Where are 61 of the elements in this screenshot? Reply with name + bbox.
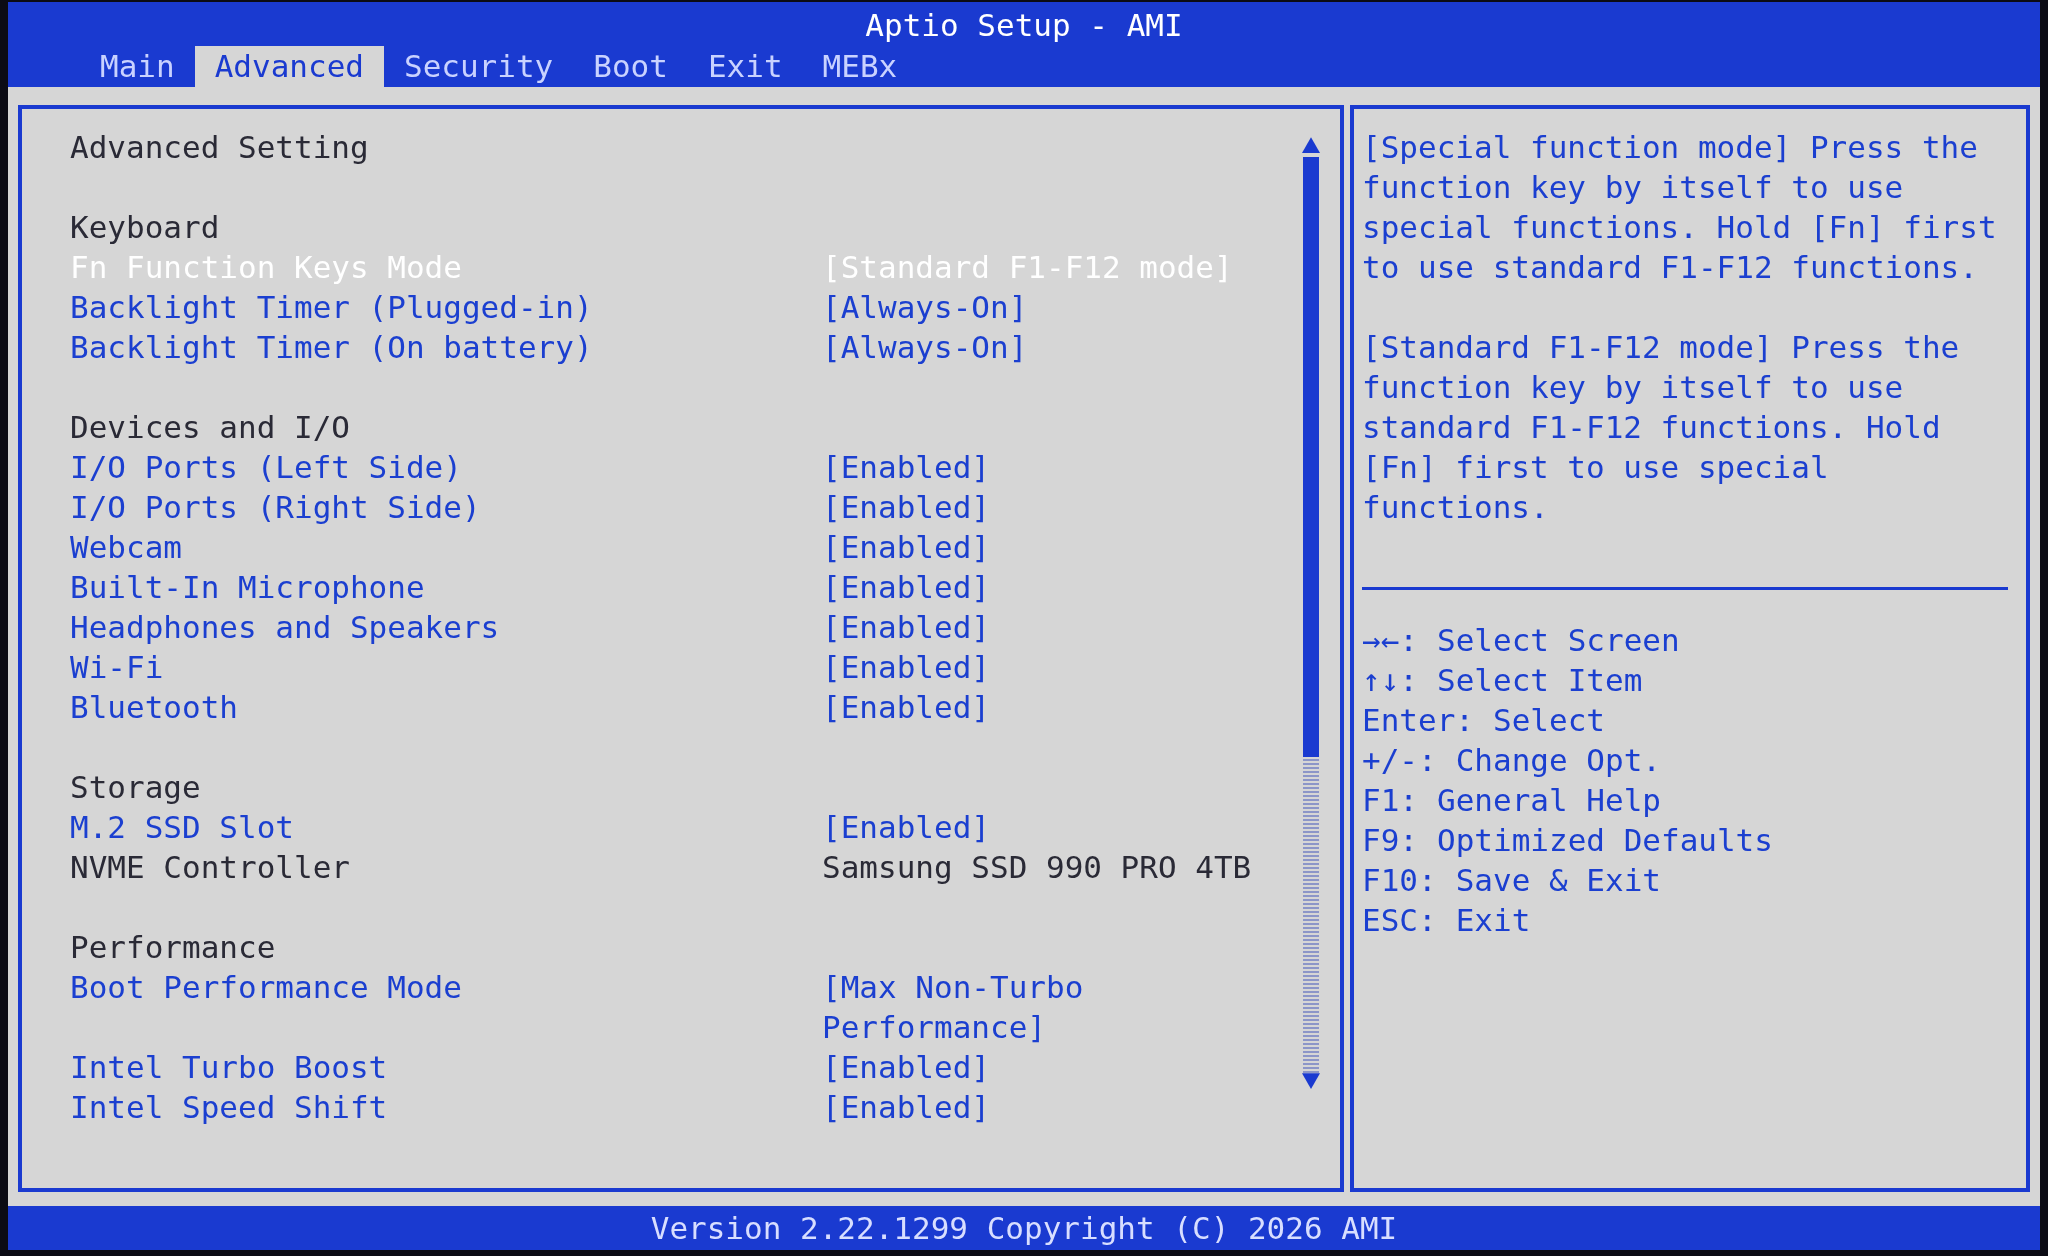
help-text: [Standard F1-F12 mode] Press the function key by itself to use standard F1-F12 functions. Hold [Fn] first to use special functions. (1362, 328, 1961, 527)
key-action: Select Screen (1437, 621, 1680, 660)
setting-label[interactable]: Headphones and Speakers (70, 607, 822, 647)
key-name: F1: (1362, 781, 1418, 820)
key-name: F10: (1362, 861, 1437, 900)
setting-label[interactable]: Intel Turbo Boost (70, 1047, 822, 1087)
setting-value[interactable]: [Max Non-Turbo Performance] (822, 967, 1292, 1047)
setting-label[interactable]: Bluetooth (70, 687, 822, 727)
setting-value[interactable]: [Enabled] (822, 567, 1292, 607)
section-heading: Keyboard (70, 208, 221, 247)
menu-tab[interactable]: Advanced (194, 46, 384, 87)
section-heading: Performance (70, 928, 277, 967)
page-title: Advanced Setting (70, 128, 370, 167)
key-action: Exit (1455, 901, 1531, 940)
menu-tab[interactable]: MEBx (802, 46, 918, 87)
scrollbar-thumb[interactable] (1303, 157, 1319, 757)
key-action: Select Item (1437, 661, 1643, 700)
scroll-up-icon[interactable] (1302, 137, 1320, 153)
setting-value[interactable]: [Enabled] (822, 1087, 1292, 1127)
key-action: Change Opt. (1455, 741, 1661, 780)
setting-label[interactable]: I/O Ports (Left Side) (70, 447, 822, 487)
key-name: Enter: (1362, 701, 1474, 740)
menu-tab[interactable]: Exit (687, 46, 803, 87)
setting-label[interactable]: M.2 SSD Slot (70, 807, 822, 847)
key-name: F9: (1362, 821, 1418, 860)
key-action: Optimized Defaults (1437, 821, 1773, 860)
setting-label[interactable]: Backlight Timer (On battery) (70, 327, 822, 367)
setting-value[interactable]: [Enabled] (822, 607, 1292, 647)
version-text: Version 2.22.1299 Copyright (C) 2026 AMI (650, 1210, 1398, 1246)
key-action: General Help (1437, 781, 1661, 820)
setting-label[interactable]: Wi-Fi (70, 647, 822, 687)
menu-tab[interactable]: Boot (573, 46, 688, 87)
key-action: Save & Exit (1455, 861, 1661, 900)
key-name: ↑↓: (1362, 661, 1418, 700)
info-value: Samsung SSD 990 PRO 4TB (822, 848, 1253, 887)
section-heading: Devices and I/O (70, 408, 351, 447)
setting-value[interactable]: [Enabled] (822, 1047, 1292, 1087)
key-action: Select (1493, 701, 1605, 740)
setting-value[interactable]: [Enabled] (822, 687, 1292, 727)
key-name: +/-: (1362, 741, 1437, 780)
setting-value[interactable]: [Enabled] (822, 527, 1292, 567)
setting-label[interactable]: Intel Speed Shift (70, 1087, 822, 1127)
setting-label[interactable]: Built-In Microphone (70, 567, 822, 607)
section-heading: Storage (70, 768, 202, 807)
info-label: NVME Controller (70, 848, 351, 887)
help-text: [Special function mode] Press the function key by itself to use special functions. Hold [Fn] first to use standard F1-F12 functions. (1362, 128, 1998, 287)
setting-label[interactable]: Boot Performance Mode (70, 967, 822, 1047)
key-name: ESC: (1362, 901, 1437, 940)
menu-tab[interactable]: Security (383, 46, 574, 87)
setting-value[interactable]: [Always-On] (822, 327, 1292, 367)
setting-label[interactable]: Webcam (70, 527, 822, 567)
window-title: Aptio Setup - AMI (865, 6, 1183, 44)
menu-tab[interactable]: Main (80, 46, 195, 87)
setting-label[interactable]: Backlight Timer (Plugged-in) (70, 287, 822, 327)
key-name: →←: (1362, 621, 1418, 660)
setting-value[interactable]: [Always-On] (822, 287, 1292, 327)
setting-value[interactable]: [Enabled] (822, 647, 1292, 687)
setting-value[interactable]: [Enabled] (822, 447, 1292, 487)
setting-value[interactable]: [Enabled] (822, 487, 1292, 527)
setting-value[interactable]: [Enabled] (822, 807, 1292, 847)
setting-label[interactable]: I/O Ports (Right Side) (70, 487, 822, 527)
